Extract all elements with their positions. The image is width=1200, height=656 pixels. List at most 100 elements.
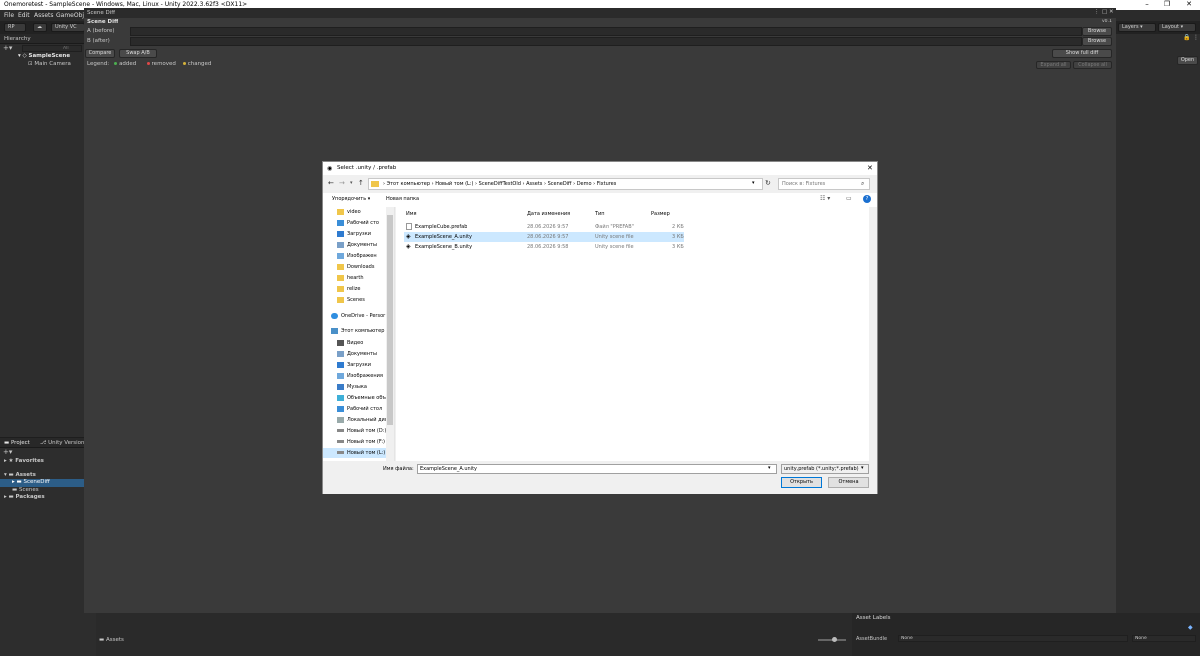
favorites-item[interactable]: ▸ ★ Favorites [4,458,44,464]
hierarchy-search-input[interactable]: All [22,45,82,52]
recent-dropdown-icon[interactable]: ▾ [350,180,353,186]
new-folder-button[interactable]: Новая папка [386,196,419,202]
crumb-0[interactable]: Этот компьютер [387,181,430,187]
nav-item-desktop-pinned[interactable]: Рабочий сто [337,218,393,228]
nav-item-onedrive[interactable]: OneDrive - Persor [331,311,387,321]
nav-item-documents[interactable]: Документы [337,349,393,359]
window-more-icon[interactable]: ⋮ [1094,9,1100,15]
hierarchy-tab[interactable]: Hierarchy [4,36,31,42]
address-bar[interactable]: › Этот компьютер › Новый том (L:) › Scen… [368,178,763,190]
maximize-icon[interactable]: ❐ [1160,0,1174,10]
more-icon[interactable]: ⋮ [1193,34,1199,41]
collapse-all-button[interactable]: Collapse all [1073,61,1112,69]
menu-file[interactable]: File [4,12,14,19]
window-maximize-icon[interactable]: □ [1102,9,1107,15]
filename-dropdown-icon[interactable]: ▾ [768,465,771,471]
file-row-selected[interactable]: ◈ ExampleScene_A.unity 28.06.2026 9:57 U… [404,232,684,242]
nav-item-documents-pinned[interactable]: Документы [337,240,393,250]
show-full-diff-button[interactable]: Show full diff [1052,49,1112,58]
nav-item-video[interactable]: video [337,207,393,217]
expand-all-button[interactable]: Expand all [1036,61,1071,69]
window-close-icon[interactable]: ✕ [1109,9,1114,15]
browse-a-button[interactable]: Browse [1082,27,1112,36]
file-type-filter-dropdown[interactable]: unity,prefab (*.unity;*.prefab) ▾ [781,464,869,474]
nav-item-downloads[interactable]: Загрузки [337,360,393,370]
minimize-icon[interactable]: – [1140,0,1154,10]
nav-item-relize[interactable]: relize [337,284,393,294]
view-options-icon[interactable]: ☷ ▾ [820,195,830,202]
project-breadcrumb[interactable]: ▬ Assets [99,637,124,643]
nav-item-volume-f[interactable]: Новый том (F:) [337,437,393,447]
hierarchy-item-main-camera[interactable]: ⊡ Main Camera [28,61,71,67]
zoom-slider-handle[interactable] [832,637,837,642]
account-button[interactable]: RP [4,23,26,32]
open-button[interactable]: Open [1177,56,1198,65]
nav-item-pictures-pinned[interactable]: Изображен [337,251,393,261]
crumb-5[interactable]: Demo [577,181,592,187]
close-icon[interactable]: ✕ [1182,0,1196,10]
open-file-button[interactable]: Открыть [781,477,822,488]
nav-item-music[interactable]: Музыка [337,382,393,392]
browse-b-button[interactable]: Browse [1082,37,1112,46]
help-icon[interactable]: ? [863,195,871,203]
address-dropdown-icon[interactable]: ▾ [752,180,755,186]
nav-item-hearth[interactable]: hearth [337,273,393,283]
nav-item-pictures[interactable]: Изображения [337,371,393,381]
nav-item-scenes[interactable]: Scenes [337,295,393,305]
forward-icon[interactable]: → [339,179,345,187]
organize-menu[interactable]: Упорядочить ▾ [332,196,370,202]
dialog-close-icon[interactable]: ✕ [867,164,873,172]
crumb-3[interactable]: Assets [526,181,542,187]
column-header-size[interactable]: Размер [651,211,670,217]
crumb-6[interactable]: Fixtures [597,181,617,187]
nav-scrollbar[interactable] [386,207,394,461]
compare-button[interactable]: Compare [85,49,115,58]
file-row[interactable]: ExampleCube.prefab 28.06.2026 9:57 Файл … [404,222,684,232]
filename-input[interactable]: ExampleScene_A.unity ▾ [417,464,777,474]
nav-item-this-pc[interactable]: Этот компьютер [331,326,387,336]
search-input[interactable]: Поиск в: Fixtures ⌕ [778,178,870,190]
column-header-type[interactable]: Тип [595,211,605,217]
nav-item-volume-d[interactable]: Новый том (D:) [337,426,393,436]
nav-scrollbar-thumb[interactable] [387,215,393,425]
up-icon[interactable]: ↑ [358,179,364,187]
crumb-2[interactable]: SceneDiffTestOld [479,181,521,187]
crumb-1[interactable]: Новый том (L:) [435,181,473,187]
refresh-icon[interactable]: ↻ [765,179,771,187]
nav-item-volume-l-selected[interactable]: Новый том (L:) [323,448,386,458]
add-icon[interactable]: +▾ [3,44,12,52]
crumb-4[interactable]: SceneDiff [548,181,572,187]
assetbundle-dropdown[interactable]: None [898,635,1128,642]
layout-dropdown[interactable]: Layout ▾ [1158,23,1196,32]
menu-assets[interactable]: Assets [34,12,54,19]
packages-folder[interactable]: ▸ ▬ Packages [4,494,45,500]
tag-icon[interactable]: ◆ [1188,624,1193,631]
b-after-path-input[interactable] [130,37,1082,46]
cancel-button[interactable]: Отмена [828,477,869,488]
nav-item-downloads-pinned[interactable]: Загрузки [337,229,393,239]
scene-diff-tab[interactable]: Scene Diff [87,10,115,16]
cloud-icon[interactable]: ☁ [33,23,47,32]
nav-item-desktop[interactable]: Рабочий стол [337,404,393,414]
hierarchy-scene[interactable]: ▾ ◇ SampleScene [18,53,70,59]
menu-gameobject[interactable]: GameObje [56,12,88,19]
unity-vc-button[interactable]: Unity VC [51,23,85,32]
swap-ab-button[interactable]: Swap A/B [119,49,157,58]
nav-item-downloads-folder[interactable]: Downloads [337,262,393,272]
column-header-name[interactable]: Имя [406,211,417,217]
project-add-icon[interactable]: +▾ [3,448,12,456]
scenediff-folder-selected[interactable]: ▸ ▬ SceneDiff [0,479,84,487]
file-row[interactable]: ◈ ExampleScene_B.unity 28.06.2026 9:58 U… [404,242,684,252]
scenes-folder[interactable]: ▬ Scenes [12,487,39,493]
variant-dropdown[interactable]: None [1132,635,1196,642]
menu-edit[interactable]: Edit [18,12,30,19]
a-before-path-input[interactable] [130,27,1082,36]
back-icon[interactable]: ← [328,179,334,187]
nav-item-local-disk[interactable]: Локальный дис [337,415,393,425]
unity-version-tab[interactable]: ⎇ Unity Version [40,440,85,446]
assets-folder[interactable]: ▾ ▬ Assets [4,472,36,478]
nav-item-videos[interactable]: Видео [337,338,393,348]
column-header-date[interactable]: Дата изменения [527,211,570,217]
project-tab[interactable]: ▬ Project [4,440,30,446]
preview-pane-icon[interactable]: ▭ [846,195,852,202]
